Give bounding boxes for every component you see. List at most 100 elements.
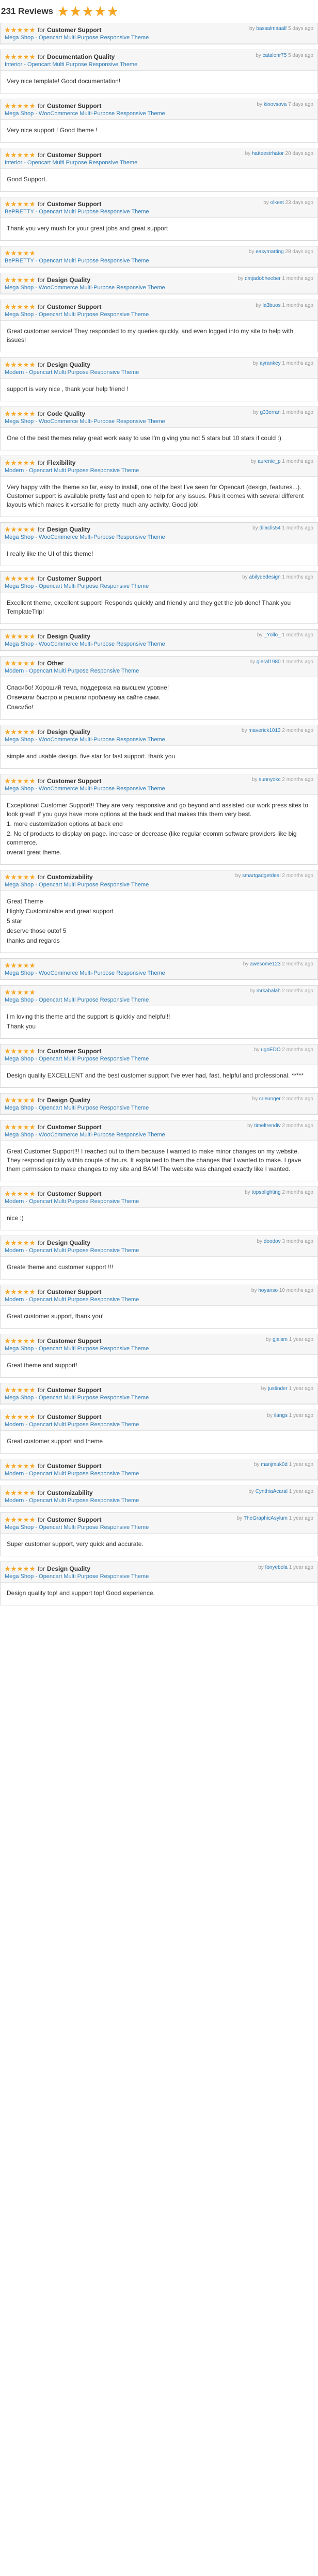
- review-author-link[interactable]: justinder: [268, 1386, 288, 1392]
- review-body: Great customer support, thank you!: [1, 1306, 317, 1328]
- review-author-link[interactable]: aurenie_p: [258, 459, 280, 464]
- review-by-label: by: [253, 1047, 260, 1053]
- review-author-link[interactable]: g33erran: [260, 410, 281, 415]
- review-product-link[interactable]: Mega Shop - WooCommerce Multi-Purpose Re…: [5, 737, 313, 743]
- review-author-link[interactable]: la3buos: [263, 303, 281, 308]
- review-text: Great theme and support!: [7, 1362, 77, 1369]
- review-author-link[interactable]: abilydedesign: [249, 574, 280, 580]
- review-author-link[interactable]: ugoEDO: [261, 1047, 280, 1053]
- review-product-link[interactable]: Mega Shop - Opencart Multi Purpose Respo…: [5, 997, 313, 1003]
- star-icon: [17, 1191, 23, 1196]
- review-body: Great customer service! They responded t…: [1, 321, 317, 352]
- review-for-label: for: [38, 575, 45, 582]
- review-category: Flexibility: [47, 459, 76, 466]
- review-product-link[interactable]: BePRETTY - Opencart Multi Purpose Respon…: [5, 258, 313, 264]
- review-product-link[interactable]: Modern - Opencart Multi Purpose Responsi…: [5, 1297, 313, 1303]
- review-product-link[interactable]: Modern - Opencart Multi Purpose Responsi…: [5, 1247, 313, 1254]
- review-meta: by olkest 23 days ago: [263, 200, 313, 206]
- review-for-label: for: [38, 102, 45, 110]
- review-product-link[interactable]: Mega Shop - WooCommerce Multi-Purpose Re…: [5, 418, 313, 425]
- review-stars: [5, 729, 35, 735]
- review-category: Customer Support: [47, 1048, 102, 1055]
- review-author-link[interactable]: topsolighting: [251, 1190, 280, 1195]
- review-author-link[interactable]: _Yollo_: [264, 632, 280, 638]
- review-author-link[interactable]: dmjadobheeber: [245, 276, 281, 282]
- review-author-link[interactable]: manjmuk0d: [261, 1462, 288, 1467]
- review-header: for Flexibility Modern - Opencart Multi Pu…: [1, 456, 317, 477]
- review-product-link[interactable]: Mega Shop - Opencart Multi Purpose Respo…: [5, 35, 313, 41]
- review-product-link[interactable]: Mega Shop - WooCommerce Multi-Purpose Re…: [5, 786, 313, 792]
- review-author-link[interactable]: ayrankey: [260, 361, 281, 366]
- review-time: 23 days ago: [285, 200, 314, 206]
- review-product-link[interactable]: Modern - Opencart Multi Purpose Responsi…: [5, 1198, 313, 1205]
- review-time: 1 year ago: [289, 1516, 313, 1521]
- review-product-link[interactable]: Mega Shop - Opencart Multi Purpose Respo…: [5, 583, 313, 589]
- review-stars: [5, 1124, 35, 1130]
- review-author-link[interactable]: maverick1013: [248, 728, 280, 733]
- review-author-link[interactable]: fonyebola: [265, 1565, 288, 1570]
- review-for-label: for: [38, 200, 45, 208]
- review-author-link[interactable]: crieunger: [259, 1096, 281, 1102]
- review-author-link[interactable]: smartgadgetdeal: [242, 873, 281, 879]
- review-product-link[interactable]: Modern - Opencart Multi Purpose Responsi…: [5, 369, 313, 376]
- review-author-link[interactable]: olkest: [271, 200, 284, 206]
- star-icon: [17, 1240, 23, 1245]
- review-by-label: by: [261, 1386, 267, 1392]
- review-product-link[interactable]: Modern - Opencart Multi Purpose Responsi…: [5, 668, 313, 674]
- review-author-link[interactable]: ilangs: [274, 1413, 288, 1418]
- review-product-link[interactable]: Mega Shop - Opencart Multi Purpose Respo…: [5, 311, 313, 318]
- review-product-link[interactable]: Mega Shop - Opencart Multi Purpose Respo…: [5, 1524, 313, 1531]
- review-author-link[interactable]: hoyanso: [258, 1288, 278, 1293]
- review-author-link[interactable]: gjalsm: [273, 1337, 288, 1342]
- review-product-link[interactable]: Mega Shop - WooCommerce Multi-Purpose Re…: [5, 111, 313, 117]
- review-product-link[interactable]: Modern - Opencart Multi Purpose Responsi…: [5, 1471, 313, 1477]
- review-for-label: for: [38, 1337, 45, 1345]
- review-text: Exceptional Customer Support!! They are …: [7, 802, 309, 818]
- review-product-link[interactable]: Mega Shop - WooCommerce Multi-Purpose Re…: [5, 1132, 313, 1138]
- review-product-link[interactable]: Mega Shop - Opencart Multi Purpose Respo…: [5, 1346, 313, 1352]
- review-product-link[interactable]: Mega Shop - WooCommerce Multi-Purpose Re…: [5, 285, 313, 291]
- review-text: deserve those outof 5: [7, 927, 67, 934]
- review-author-link[interactable]: TheGraphicAsylum: [244, 1516, 288, 1521]
- review-card: for Flexibility Modern - Opencart Multi Pu…: [0, 456, 318, 517]
- review-author-link[interactable]: gleral1980: [257, 659, 281, 665]
- review-product-link[interactable]: Mega Shop - WooCommerce Multi-Purpose Re…: [5, 970, 313, 976]
- star-icon: [5, 1191, 10, 1196]
- review-for-label: for: [38, 660, 45, 667]
- review-product-link[interactable]: Mega Shop - Opencart Multi Purpose Respo…: [5, 1056, 313, 1062]
- review-author-link[interactable]: CynthiaAcaral: [256, 1489, 288, 1494]
- review-body: Great customer support and theme: [1, 1431, 317, 1453]
- review-author-link[interactable]: catalonr75: [263, 53, 287, 58]
- review-author-link[interactable]: sunnyokc: [259, 777, 280, 783]
- review-for-label: for: [38, 633, 45, 640]
- review-author-link[interactable]: hatteestrhator: [252, 151, 284, 157]
- review-author-link[interactable]: timeltrendiv: [254, 1123, 280, 1129]
- review-author-link[interactable]: easymarting: [256, 249, 283, 255]
- review-author-link[interactable]: deodov: [264, 1239, 281, 1244]
- review-body: Design quality EXCELLENT and the best cu…: [1, 1065, 317, 1087]
- review-author-link[interactable]: mrkabalah: [257, 988, 281, 994]
- review-text: Highly Customizable and great support: [7, 908, 114, 915]
- review-product-link[interactable]: Interior - Opencart Multi Purpose Respon…: [5, 160, 313, 166]
- review-author-link[interactable]: dilaclis54: [259, 525, 280, 531]
- review-product-link[interactable]: Modern - Opencart Multi Purpose Responsi…: [5, 1497, 313, 1504]
- review-product-link[interactable]: BePRETTY - Opencart Multi Purpose Respon…: [5, 209, 313, 215]
- review-product-link[interactable]: Mega Shop - WooCommerce Multi-Purpose Re…: [5, 641, 313, 647]
- review-product-link[interactable]: Interior - Opencart Multi Purpose Respon…: [5, 61, 313, 68]
- review-product-link[interactable]: Modern - Opencart Multi Purpose Responsi…: [5, 467, 313, 474]
- review-time: 5 days ago: [288, 53, 313, 58]
- review-by-label: by: [263, 200, 269, 206]
- review-card: for Customer Support Interior - Opencart M…: [0, 148, 318, 192]
- review-product-link[interactable]: Modern - Opencart Multi Purpose Responsi…: [5, 1422, 313, 1428]
- review-text: Greate theme and customer support !!!: [7, 1263, 114, 1271]
- review-product-link[interactable]: Mega Shop - Opencart Multi Purpose Respo…: [5, 882, 313, 888]
- review-author-link[interactable]: kinovsova: [264, 102, 287, 107]
- review-author-link[interactable]: awesome123: [250, 961, 280, 967]
- review-product-link[interactable]: Mega Shop - Opencart Multi Purpose Respo…: [5, 1395, 313, 1401]
- review-product-link[interactable]: Mega Shop - WooCommerce Multi-Purpose Re…: [5, 534, 313, 540]
- review-author-link[interactable]: bassalmaaalf: [256, 26, 287, 32]
- review-meta: by sunnyokc 2 months ago: [252, 777, 313, 783]
- review-product-link[interactable]: Mega Shop - Opencart Multi Purpose Respo…: [5, 1105, 313, 1111]
- review-header: for Design Quality Mega Shop - WooCommerce…: [1, 273, 317, 294]
- review-product-link[interactable]: Mega Shop - Opencart Multi Purpose Respo…: [5, 1573, 313, 1580]
